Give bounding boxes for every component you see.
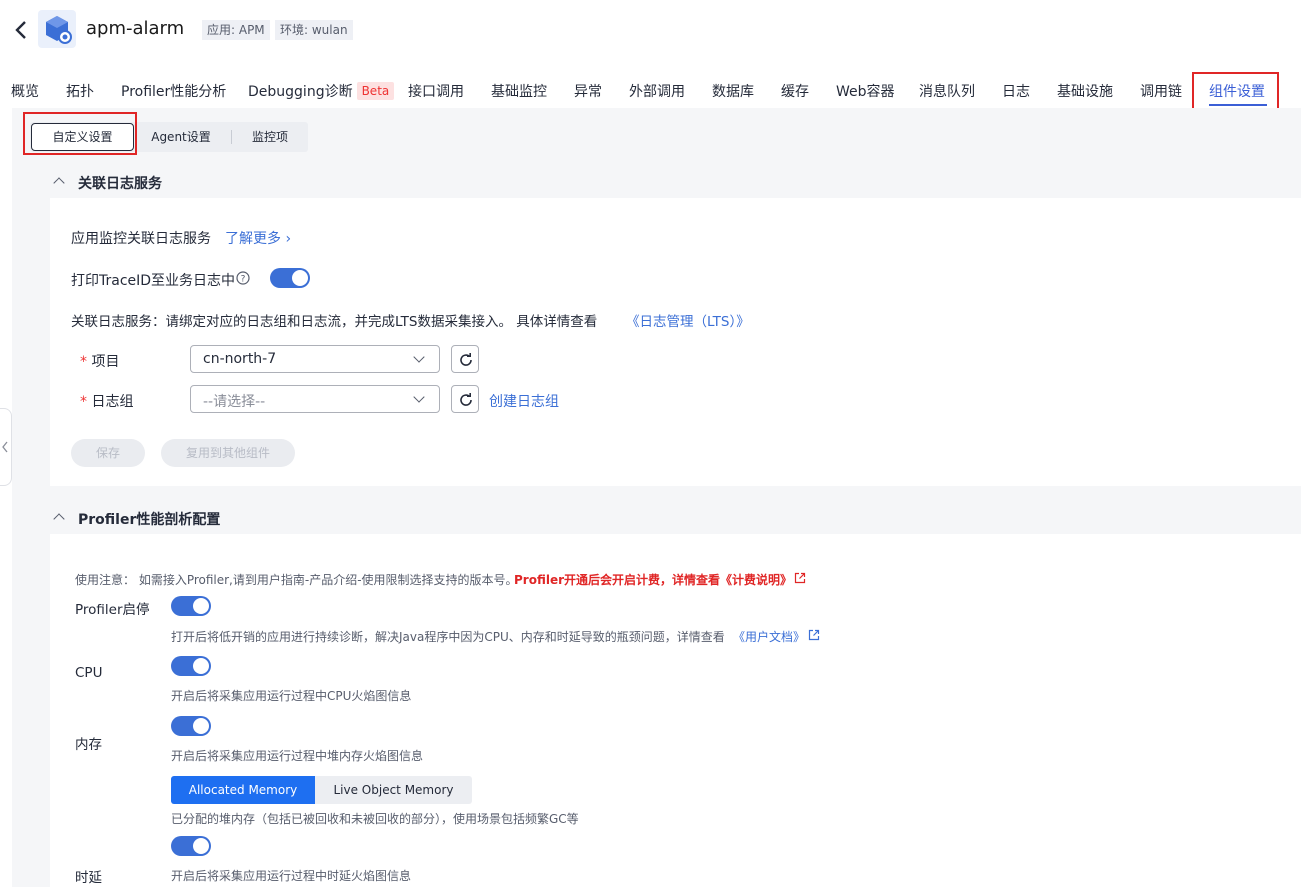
subtab-agent-settings[interactable]: Agent设置 [140,122,222,152]
chevron-down-icon [413,351,425,363]
project-refresh-button[interactable] [451,345,479,373]
loggroup-label-text: 日志组 [91,394,134,410]
refresh-icon [460,393,472,406]
project-label: * 项目 [80,351,119,371]
allocated-memory-option[interactable]: Allocated Memory [171,776,315,804]
required-mark: * [80,354,87,370]
profiler-toggle[interactable] [171,596,211,616]
profiler-notice: 使用注意： 如需接入Profiler,请到用户指南-产品介绍-使用限制选择支持的… [75,573,518,587]
tab-overview[interactable]: 概览 [11,81,39,101]
memory-label: 内存 [75,737,102,753]
profiler-section-title: Profiler性能剖析配置 [78,512,221,528]
profiler-switch-desc: 打开后将低开销的应用进行持续诊断，解决Java程序中因为CPU、内存和时延导致的… [171,630,725,644]
reuse-button[interactable]: 复用到其他组件 [161,439,295,467]
subtab-monitor-items[interactable]: 监控项 [232,122,308,152]
tab-message-queue[interactable]: 消息队列 [919,81,975,101]
tab-web-container[interactable]: Web容器 [836,81,895,101]
cpu-label: CPU [75,665,103,681]
chevron-left-icon [2,441,8,453]
external-link-icon[interactable] [808,629,820,645]
tab-cache[interactable]: 缓存 [781,81,809,101]
tab-topology[interactable]: 拓扑 [66,81,94,101]
highlight-box-subtab [23,112,137,155]
learn-more-label: 了解更多 [225,231,281,247]
back-arrow-icon[interactable] [12,16,32,42]
log-desc: 关联日志服务：请绑定对应的日志组和日志流，并完成LTS数据采集接入。 具体详情查… [71,314,598,330]
memory-option-desc: 已分配的堆内存（包括已被回收和未被回收的部分），使用场景包括频繁GC等 [171,812,579,826]
chevron-up-icon [53,513,65,525]
latency-toggle[interactable] [171,836,211,856]
tab-exceptions[interactable]: 异常 [574,81,602,101]
tab-debugging-label: Debugging诊断 [248,84,353,100]
tab-database[interactable]: 数据库 [712,81,754,101]
app-cube-icon [38,10,76,48]
loggroup-select[interactable]: --请选择-- [190,385,440,413]
log-intro: 应用监控关联日志服务 [71,231,211,247]
latency-desc: 开启后将采集应用运行过程中时延火焰图信息 [171,869,412,883]
loggroup-refresh-button[interactable] [451,385,479,413]
tab-external-calls[interactable]: 外部调用 [629,81,685,101]
app-header: apm-alarm 应用: APM 环境: wulan [0,0,1301,62]
memory-desc: 开启后将采集应用运行过程中堆内存火焰图信息 [171,749,424,763]
tab-infrastructure[interactable]: 基础设施 [1057,81,1113,101]
project-select[interactable]: cn-north-7 [190,345,440,373]
external-link-icon[interactable] [794,572,806,588]
chevron-up-icon [53,177,65,189]
main-tabs: 概览 拓扑 Profiler性能分析 Debugging诊断 Beta 接口调用 … [0,70,1301,110]
log-section-title: 关联日志服务 [78,176,162,192]
tab-api-calls[interactable]: 接口调用 [408,81,464,101]
required-mark: * [80,394,87,410]
app-name: apm-alarm [86,18,185,39]
svg-text:?: ? [241,275,246,285]
create-loggroup-link[interactable]: 创建日志组 [489,391,559,411]
tab-profiler[interactable]: Profiler性能分析 [121,81,226,101]
tab-trace[interactable]: 调用链 [1140,81,1182,101]
app-tag: 应用: APM [202,20,270,40]
beta-badge: Beta [356,82,395,100]
tab-debugging[interactable]: Debugging诊断 Beta [248,81,395,101]
profiler-switch-label: Profiler启停 [75,602,150,618]
project-select-value: cn-north-7 [203,351,277,367]
log-section-header[interactable]: 关联日志服务 [30,164,1301,198]
latency-label: 时延 [75,870,102,886]
refresh-icon [460,353,472,366]
env-tag: 环境: wulan [275,20,353,40]
live-object-memory-option[interactable]: Live Object Memory [315,776,472,804]
lts-link[interactable]: 《日志管理（LTS）》 [626,310,750,330]
user-doc-link[interactable]: 《用户文档》 [733,628,805,645]
chevron-down-icon [413,391,425,403]
cpu-desc: 开启后将采集应用运行过程中CPU火焰图信息 [171,689,412,703]
tab-logs[interactable]: 日志 [1002,81,1030,101]
learn-more-link[interactable]: 了解更多 › [225,228,291,248]
save-button[interactable]: 保存 [71,439,145,467]
trace-label: 打印TraceID至业务日志中 [71,273,236,289]
loggroup-label: * 日志组 [80,391,133,411]
collapse-handle[interactable] [0,408,12,486]
profiler-billing-notice[interactable]: Profiler开通后会开启计费，详情查看《计费说明》 [514,571,792,588]
loggroup-select-placeholder: --请选择-- [203,394,266,410]
trace-toggle[interactable] [270,268,310,288]
project-label-text: 项目 [91,354,120,370]
profiler-section-header[interactable]: Profiler性能剖析配置 [30,500,1301,534]
tab-basic-monitor[interactable]: 基础监控 [491,81,547,101]
memory-toggle[interactable] [171,716,211,736]
help-icon[interactable]: ? [236,271,250,289]
cpu-toggle[interactable] [171,656,211,676]
